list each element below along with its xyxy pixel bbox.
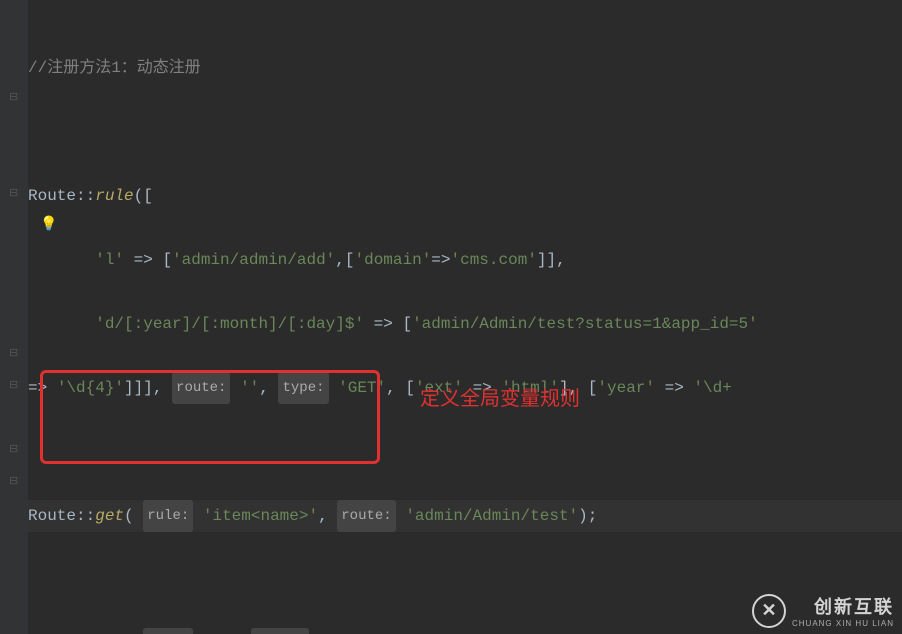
code-line [28,436,902,468]
code-line-current: Route::get( rule: 'item<name>', route: '… [28,500,902,532]
code-line: Route::rule([ [28,180,902,212]
param-hint: type: [278,372,328,404]
code-line: 'l' => ['admin/admin/add',['domain'=>'cm… [28,244,902,276]
code-line: //注册方法1：动态注册 [28,52,902,84]
param-hint: route: [337,500,395,532]
key: 'd/[:year]/[:month]/[:day]$' [95,315,364,333]
param-hint: rule: [143,628,193,634]
code-line [28,564,902,596]
comment: //注册方法1：动态注册 [28,59,201,77]
route-path: 'admin/admin/add' [172,251,335,269]
code-editor[interactable]: //注册方法1：动态注册 Route::rule([ 'l' => ['admi… [28,0,902,634]
param-hint: rule: [143,500,193,532]
fold-icon[interactable]: ⊟ [9,378,19,388]
code-line [28,116,902,148]
watermark-logo-icon: ✕ [752,594,786,628]
route-path: 'admin/Admin/test?status=1&app_id=5' [412,315,758,333]
method: rule [95,187,133,205]
editor-gutter: ⊟ ⊟ ⊟ ⊟ ⊟ ⊟ [0,0,28,634]
param-hint: route: [251,628,309,634]
key: 'l' [95,251,124,269]
fold-icon[interactable]: ⊟ [9,186,19,196]
fold-icon[interactable]: ⊟ [9,346,19,356]
class-name: Route [28,187,76,205]
watermark-title: 创新互联 [792,593,894,619]
fold-icon[interactable]: ⊟ [9,90,19,100]
watermark-subtitle: CHUANG XIN HU LIAN [792,619,894,628]
fold-icon[interactable]: ⊟ [9,474,19,484]
code-line: Route::get( rule: '/', route: 'http://ba… [28,628,902,634]
code-line: 'd/[:year]/[:month]/[:day]$' => ['admin/… [28,308,902,340]
watermark: ✕ 创新互联 CHUANG XIN HU LIAN [752,593,894,628]
annotation-label: 定义全局变量规则 [420,382,580,411]
fold-icon[interactable]: ⊟ [9,442,19,452]
param-hint: route: [172,372,230,404]
